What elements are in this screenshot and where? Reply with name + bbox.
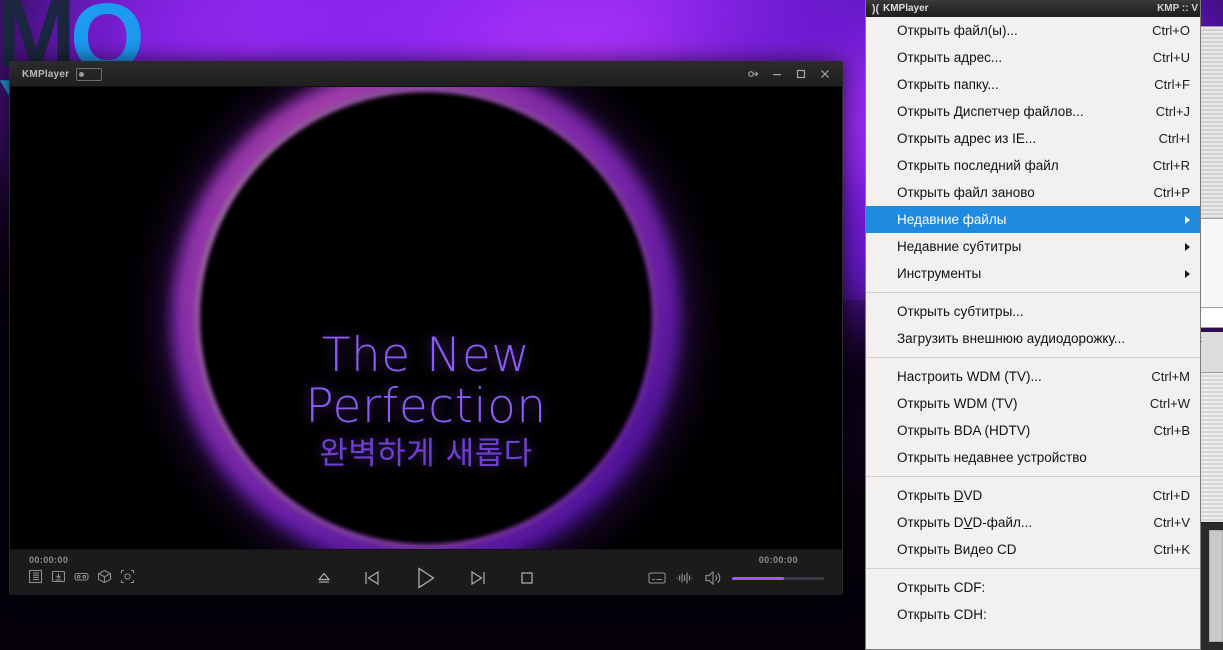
menu-item-label: Открыть DVD-файл...: [897, 515, 1033, 530]
video-overlay-text: The New Perfection 완벽하게 새롭다: [10, 330, 842, 474]
menu-item-open-folder[interactable]: Открыть папку... Ctrl+F: [866, 71, 1200, 98]
menu-item-open-cdh[interactable]: Открыть CDH:: [866, 601, 1200, 628]
menu-item-label: Открыть Видео CD: [897, 542, 1017, 557]
menu-item-open-video-cd[interactable]: Открыть Видео CD Ctrl+K: [866, 536, 1200, 563]
menu-item-open-files[interactable]: Открыть файл(ы)... Ctrl+O: [866, 17, 1200, 44]
menu-item-label: Открыть BDA (HDTV): [897, 423, 1031, 438]
minimize-button[interactable]: [766, 63, 788, 85]
menu-item-accelerator: Ctrl+V: [1153, 515, 1190, 530]
submenu-arrow-icon: [1185, 215, 1190, 224]
menu-item-accelerator: Ctrl+K: [1153, 542, 1190, 557]
volume-slider-fill: [732, 576, 785, 580]
subtitle-icon[interactable]: [648, 571, 666, 585]
menu-item-label: Открыть субтитры...: [897, 304, 1024, 319]
menu-item-open-recent-device[interactable]: Открыть недавнее устройство: [866, 444, 1200, 471]
menu-item-label: Открыть CDH:: [897, 607, 987, 622]
toggle-chip-icon[interactable]: [76, 67, 103, 81]
menu-item-reopen-file[interactable]: Открыть файл заново Ctrl+P: [866, 179, 1200, 206]
menu-item-open-subtitles[interactable]: Открыть субтитры...: [866, 298, 1200, 325]
pin-button[interactable]: [742, 63, 764, 85]
menu-item-open-dvd[interactable]: Открыть DVD Ctrl+D: [866, 482, 1200, 509]
menu-item-accelerator: Ctrl+O: [1152, 23, 1190, 38]
menu-item-accelerator: Ctrl+U: [1152, 50, 1190, 65]
menu-item-label: Открыть недавнее устройство: [897, 450, 1087, 465]
kmplayer-window[interactable]: KMPlayer The New Perfection 완벽하게 새롭다 00:…: [10, 62, 842, 595]
video-text-line-3: 완벽하게 새롭다: [319, 436, 533, 472]
eject-icon[interactable]: [315, 569, 333, 587]
menu-separator: [866, 568, 1200, 569]
menu-item-recent-subtitles[interactable]: Недавние субтитры: [866, 233, 1200, 260]
submenu-arrow-icon: [1185, 242, 1190, 251]
menu-item-accelerator: Ctrl+W: [1149, 396, 1190, 411]
menu-item-label: Недавние субтитры: [897, 239, 1022, 254]
menu-item-open-dvd-file[interactable]: Открыть DVD-файл... Ctrl+V: [866, 509, 1200, 536]
menu-separator: [866, 292, 1200, 293]
menu-item-open-last-file[interactable]: Открыть последний файл Ctrl+R: [866, 152, 1200, 179]
menu-item-label: Открыть Диспетчер файлов...: [897, 104, 1084, 119]
menu-item-label: Загрузить внешнюю аудиодорожку...: [897, 331, 1126, 346]
previous-track-icon[interactable]: [362, 568, 382, 588]
equalizer-icon[interactable]: [676, 571, 694, 585]
play-icon[interactable]: [411, 564, 439, 592]
menu-item-accelerator: Ctrl+I: [1158, 131, 1190, 146]
kmplayer-logo-icon: )(: [871, 2, 880, 15]
menu-item-label: Недавние файлы: [897, 212, 1007, 227]
menu-separator: [866, 476, 1200, 477]
video-vignette: [10, 87, 842, 549]
menu-item-label: Настроить WDM (TV)...: [897, 369, 1042, 384]
menu-item-label: Открыть последний файл: [897, 158, 1059, 173]
menu-item-open-wdm[interactable]: Открыть WDM (TV) Ctrl+W: [866, 390, 1200, 417]
menu-item-open-cdf[interactable]: Открыть CDF:: [866, 574, 1200, 601]
menu-item-accelerator: Ctrl+D: [1152, 488, 1190, 503]
menu-title-text: KMPlayer: [883, 3, 929, 14]
stop-icon[interactable]: [517, 568, 537, 588]
video-text-line-1: The New: [321, 328, 531, 383]
background-window-scrollbar[interactable]: [1209, 530, 1223, 642]
menu-item-configure-wdm[interactable]: Настроить WDM (TV)... Ctrl+M: [866, 363, 1200, 390]
volume-slider[interactable]: [732, 576, 824, 580]
menu-item-label: Открыть адрес из IE...: [897, 131, 1037, 146]
menu-item-open-file-manager[interactable]: Открыть Диспетчер файлов... Ctrl+J: [866, 98, 1200, 125]
next-track-icon[interactable]: [468, 568, 488, 588]
menu-separator: [866, 357, 1200, 358]
menu-item-label: Открыть DVD: [897, 488, 983, 503]
maximize-button[interactable]: [790, 63, 812, 85]
menu-item-label: Инструменты: [897, 266, 982, 281]
menu-title-version: KMP :: V: [1157, 3, 1198, 14]
menu-item-label: Открыть WDM (TV): [897, 396, 1018, 411]
menu-item-label: Открыть CDF:: [897, 580, 986, 595]
menu-item-open-address[interactable]: Открыть адрес... Ctrl+U: [866, 44, 1200, 71]
player-control-bar: 00:00:00 00:00:00: [10, 549, 842, 595]
menu-item-accelerator: Ctrl+M: [1151, 369, 1190, 384]
menu-item-open-bda[interactable]: Открыть BDA (HDTV) Ctrl+B: [866, 417, 1200, 444]
player-window-buttons: [742, 62, 836, 86]
menu-item-label: Открыть файл(ы)...: [897, 23, 1018, 38]
menu-item-recent-files[interactable]: Недавние файлы: [866, 206, 1200, 233]
close-button[interactable]: [814, 63, 836, 85]
menu-item-accelerator: Ctrl+P: [1153, 185, 1190, 200]
menu-titlebar[interactable]: )( KMPlayer KMP :: V: [866, 0, 1200, 17]
menu-item-accelerator: Ctrl+J: [1155, 104, 1190, 119]
video-stage[interactable]: The New Perfection 완벽하게 새롭다: [10, 87, 842, 549]
menu-item-load-external-audio[interactable]: Загрузить внешнюю аудиодорожку...: [866, 325, 1200, 352]
menu-item-accelerator: Ctrl+R: [1152, 158, 1190, 173]
control-right-group: [648, 570, 824, 586]
menu-item-label: Открыть папку...: [897, 77, 999, 92]
kmplayer-popup-menu[interactable]: )( KMPlayer KMP :: V Открыть файл(ы)...C…: [865, 0, 1201, 650]
volume-icon[interactable]: [704, 570, 722, 586]
submenu-arrow-icon: [1185, 269, 1190, 278]
menu-item-tools[interactable]: Инструменты: [866, 260, 1200, 287]
player-titlebar[interactable]: KMPlayer: [10, 62, 842, 87]
menu-items-container: Открыть файл(ы)... Ctrl+O Открыть адрес...…: [866, 17, 1200, 649]
player-title: KMPlayer: [22, 68, 70, 80]
video-text-line-2: Perfection: [305, 379, 547, 434]
menu-item-accelerator: Ctrl+B: [1153, 423, 1190, 438]
menu-item-label: Открыть адрес...: [897, 50, 1003, 65]
menu-item-accelerator: Ctrl+F: [1154, 77, 1190, 92]
menu-item-label: Открыть файл заново: [897, 185, 1035, 200]
menu-item-open-ie-address[interactable]: Открыть адрес из IE... Ctrl+I: [866, 125, 1200, 152]
